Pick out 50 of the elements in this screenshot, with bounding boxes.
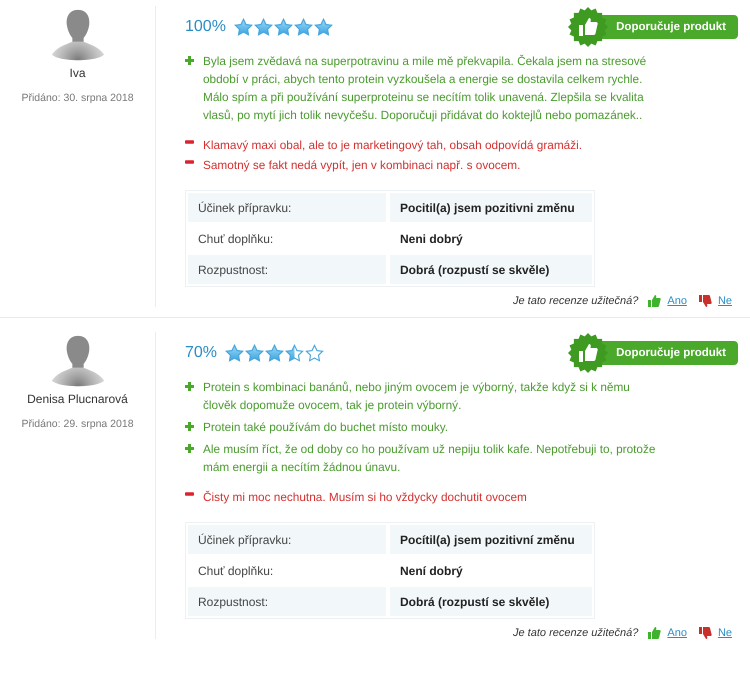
helpful-question: Je tato recenze užitečná?: [513, 627, 638, 639]
attribute-value: Dobrá (rozpustí se skvěle): [390, 587, 592, 616]
thumbs-down-icon: [698, 627, 712, 639]
minus-icon: [185, 140, 194, 144]
plus-icon: [185, 56, 194, 65]
plus-icon: [185, 444, 194, 453]
con-text: Klamavý maxi obal, ale to je marketingový tah, obsah odpovídá gramáži.: [203, 137, 582, 154]
attribute-value: Pocitil(a) jsem pozitivni změnu: [390, 193, 592, 222]
star-icon: [294, 18, 313, 36]
attribute-label: Rozpustnost:: [188, 255, 386, 284]
con-text: Samotný se fakt nedá vypít, jen v kombinaci např. s ovocem.: [203, 157, 520, 174]
star-icon: [225, 344, 244, 362]
star-icon: [254, 18, 273, 36]
star-icon: [234, 18, 253, 36]
star-icon: [305, 344, 324, 362]
attribute-label: Účinek přípravku:: [188, 193, 386, 222]
thumbs-up-icon: [568, 333, 608, 373]
rating-percent: 100%: [185, 18, 226, 36]
attribute-value: Dobrá (rozpustí se skvěle): [390, 255, 592, 284]
minus-icon: [185, 492, 194, 496]
pro-text: Protein také používám do buchet místo mouky.: [203, 419, 448, 436]
author-name: Denisa Plucnarová: [27, 392, 128, 406]
star-icon: [245, 344, 264, 362]
attribute-label: Účinek přípravku:: [188, 525, 386, 554]
star-icon: [274, 18, 293, 36]
no-link[interactable]: Ne: [718, 295, 732, 307]
star-icon: [314, 18, 333, 36]
author-name: Iva: [69, 66, 86, 80]
yes-link[interactable]: Ano: [667, 627, 687, 639]
thumbs-up-icon: [648, 627, 662, 639]
pro-text: Ale musím říct, že od doby co ho používam už nepiju tolik kafe. Nepotřebuji to, protože mám energii a necítím žádnou únavu.: [203, 441, 656, 476]
con-text: Čisty mi moc nechutna. Musím si ho vždycky dochutit ovocem: [203, 489, 527, 506]
plus-icon: [185, 382, 194, 391]
pro-text: Byla jsem zvědavá na superpotravinu a mile mě překvapila. Čekala jsem na stresové období v práci, abych tento protein vyzkoušela a energie se dostavila celkem rychle. Málo spím a při používání superproteinu se necítím tolik unavená. Zlepšila se kvalita vlasů, po mytí jich tolik nevyčešu. Doporučuji přidávat do koktejlů nebo pomazánek..: [203, 53, 648, 124]
review-date: Přidáno: 30. srpna 2018: [21, 92, 134, 104]
minus-icon: [185, 160, 194, 164]
rating-percent: 70%: [185, 344, 218, 362]
thumbs-up-icon: [568, 7, 608, 47]
attribute-label: Rozpustnost:: [188, 587, 386, 616]
yes-link[interactable]: Ano: [667, 295, 687, 307]
no-link[interactable]: Ne: [718, 627, 732, 639]
pro-text: Protein s kombinaci banánů, nebo jiným ovocem je výborný, takže když si k němu člověk dopomuže ovocem, tak je protein výborný.: [203, 379, 631, 414]
attribute-value: Pocítil(a) jsem pozitivní změnu: [390, 525, 592, 554]
helpful-question: Je tato recenze užitečná?: [513, 295, 638, 307]
star-icon: [285, 344, 304, 362]
review-date: Přidáno: 29. srpna 2018: [21, 418, 134, 430]
thumbs-down-icon: [698, 295, 712, 307]
plus-icon: [185, 422, 194, 431]
star-icon: [265, 344, 284, 362]
thumbs-up-icon: [648, 295, 662, 307]
